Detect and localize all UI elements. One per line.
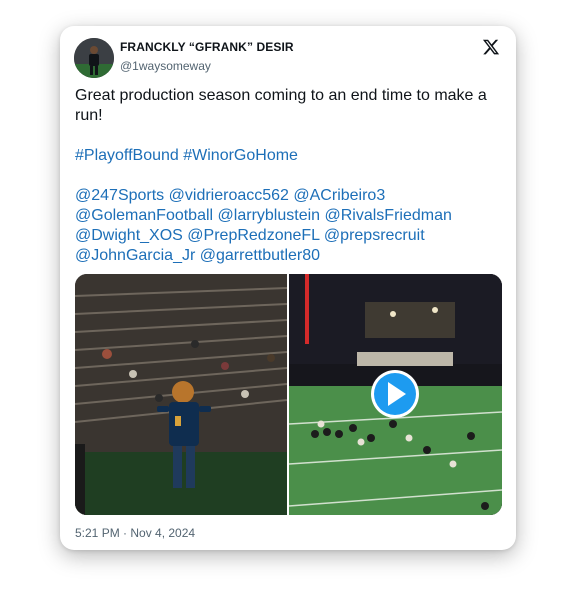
author-name[interactable]: FRANCKLY “GFRANK” DESIR [120, 40, 294, 54]
mention-link[interactable]: @larryblustein [218, 207, 321, 224]
mention-link[interactable]: @vidrieroacc562 [169, 187, 289, 204]
author-handle[interactable]: @1waysomeway [120, 59, 211, 73]
mention-link[interactable]: @GolemanFootball [75, 207, 213, 224]
media-photo[interactable] [75, 274, 288, 515]
mention-link[interactable]: @PrepRedzoneFL [187, 227, 319, 244]
mention-link[interactable]: @prepsrecruit [324, 227, 425, 244]
mention-link[interactable]: @247Sports [75, 187, 164, 204]
x-logo-icon[interactable] [482, 38, 500, 56]
tweet-body-line: Great production season coming to an end… [75, 87, 487, 124]
hashtag-link[interactable]: #WinorGoHome [183, 147, 298, 164]
avatar[interactable] [74, 38, 114, 78]
mention-link[interactable]: @Dwight_XOS [75, 227, 183, 244]
tweet-timestamp[interactable]: 5:21 PM · Nov 4, 2024 [75, 526, 195, 540]
tweet-card[interactable]: FRANCKLY “GFRANK” DESIR @1waysomeway Gre… [60, 26, 516, 550]
mention-link[interactable]: @ACribeiro3 [293, 187, 385, 204]
media-grid [75, 274, 502, 515]
mention-link[interactable]: @JohnGarcia_Jr [75, 247, 195, 264]
mention-link[interactable]: @RivalsFriedman [325, 207, 452, 224]
hashtag-link[interactable]: #PlayoffBound [75, 147, 179, 164]
mention-link[interactable]: @garrettbutler80 [200, 247, 320, 264]
tweet-text: Great production season coming to an end… [75, 86, 505, 266]
play-icon[interactable] [371, 370, 419, 418]
hashtags-line: #PlayoffBound #WinorGoHome [75, 146, 505, 166]
mentions-line: @247Sports @vidrieroacc562 @ACribeiro3 @… [75, 186, 505, 266]
